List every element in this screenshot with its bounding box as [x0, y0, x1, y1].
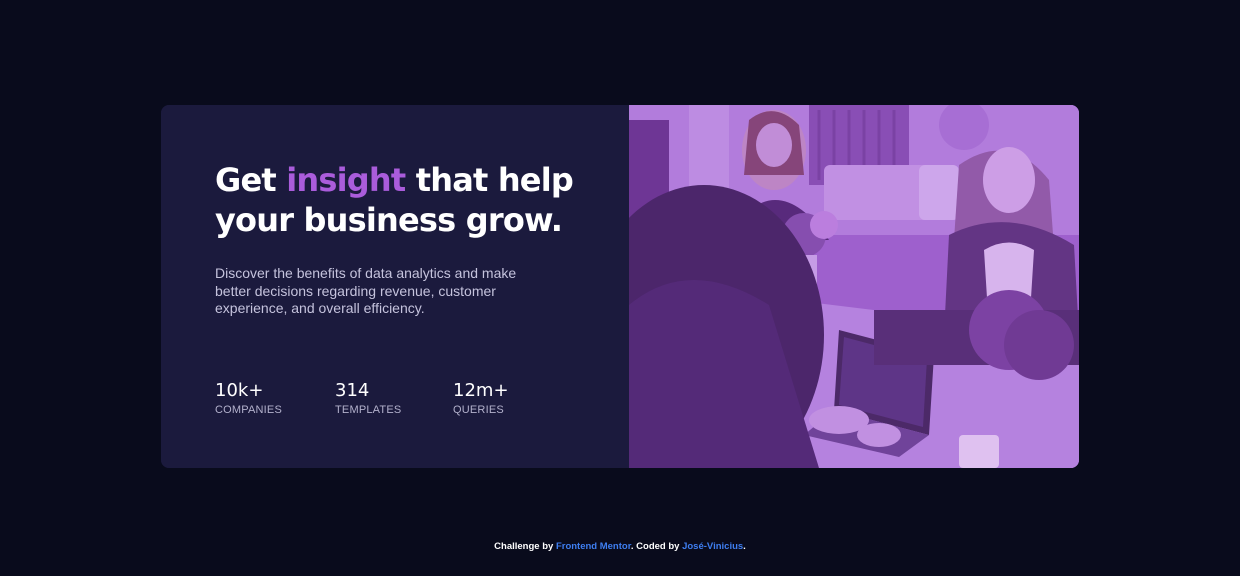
stats-row: 10k+ companies 314 templates 12m+ querie… [215, 380, 553, 416]
stat-value: 314 [335, 380, 370, 401]
office-photo-illustration [629, 105, 1079, 468]
attribution-middle: . Coded by [630, 541, 683, 552]
headline-accent: insight [286, 161, 406, 199]
stat-value: 10k+ [215, 380, 264, 401]
description: Discover the benefits of data analytics … [215, 265, 517, 316]
attribution-prefix: Challenge by [494, 541, 556, 552]
stat-label: queries [453, 404, 504, 416]
stat-value: 12m+ [453, 380, 509, 401]
headline-start: Get [215, 161, 287, 199]
frontend-mentor-link[interactable]: Frontend Mentor [556, 541, 631, 552]
attribution-footer: Challenge by Frontend Mentor. Coded by J… [0, 541, 1240, 552]
card-text-panel: Get insight that help your business grow… [161, 105, 629, 468]
attribution-suffix: . [743, 541, 746, 552]
author-link[interactable]: José-Vinicius [682, 541, 743, 552]
stat-queries: 12m+ queries [453, 380, 553, 416]
stat-templates: 314 templates [335, 380, 453, 416]
office-photo [629, 105, 1079, 468]
stat-label: templates [335, 404, 402, 416]
stat-companies: 10k+ companies [215, 380, 335, 416]
stats-preview-card: Get insight that help your business grow… [161, 105, 1079, 468]
headline: Get insight that help your business grow… [215, 160, 575, 240]
stat-label: companies [215, 404, 282, 416]
